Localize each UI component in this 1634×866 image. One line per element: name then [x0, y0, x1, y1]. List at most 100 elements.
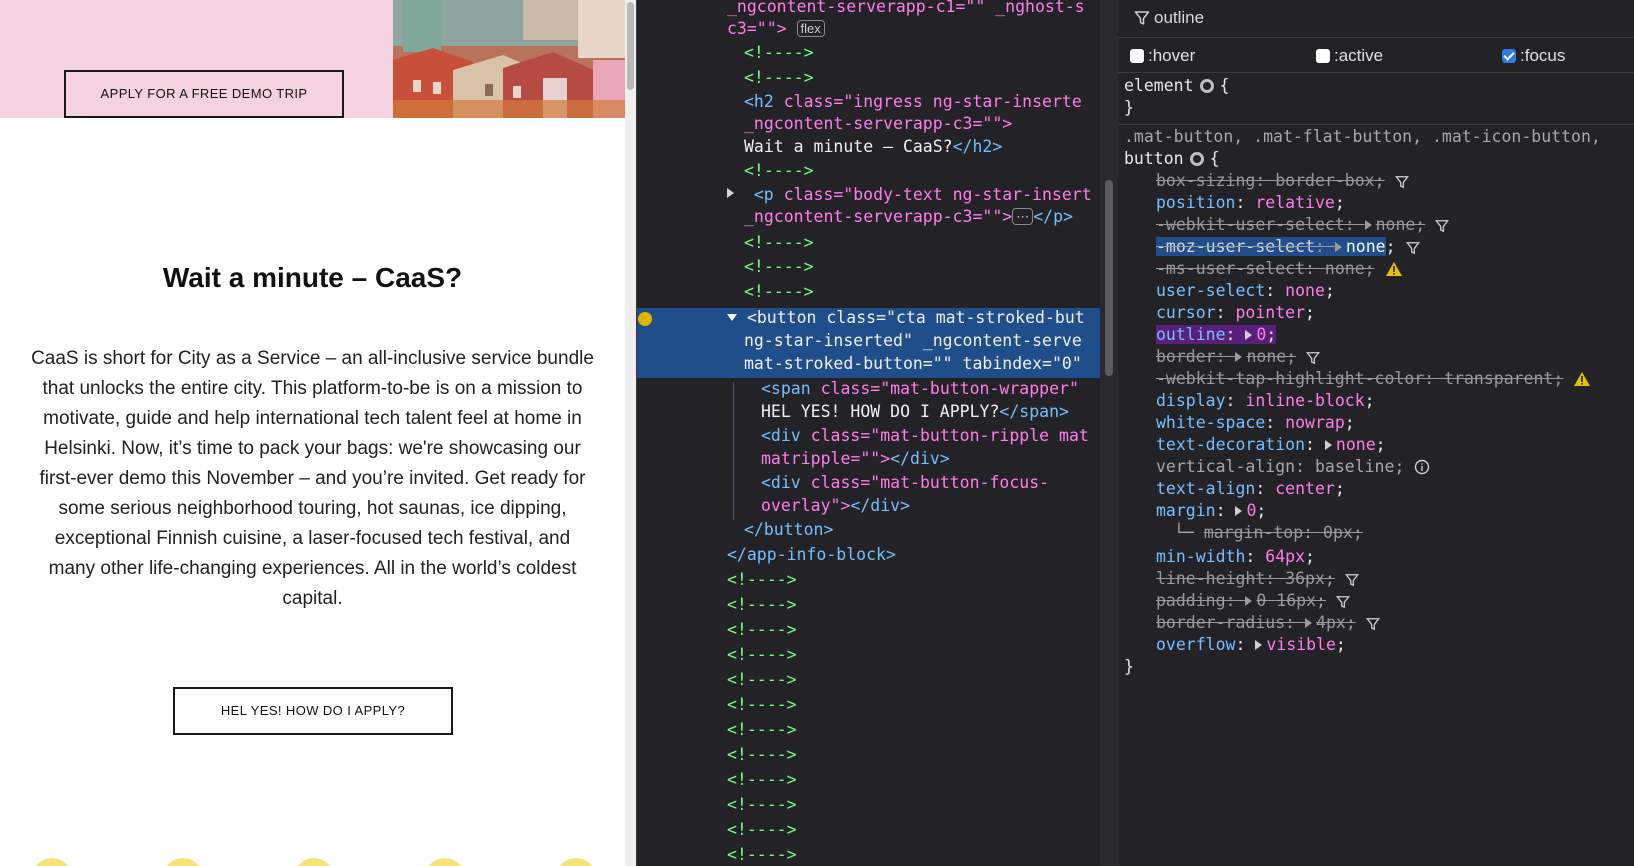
markup-text-node[interactable]: Wait a minute – CaaS?</h2>	[744, 135, 1002, 158]
markup-comment[interactable]: <!---->	[727, 793, 797, 816]
expand-arrow-icon[interactable]	[1235, 352, 1243, 362]
css-declaration[interactable]: border: none;	[1156, 346, 1321, 368]
rule-selector[interactable]: button{	[1124, 148, 1220, 170]
markup-comment[interactable]: <!---->	[744, 159, 814, 182]
css-declaration[interactable]: text-align: center;	[1156, 478, 1345, 500]
markup-line[interactable]: _ngcontent-serverapp-c1="" _nghost-s	[727, 0, 1085, 18]
css-subdeclaration[interactable]: └─ margin-top: 0px;	[1174, 522, 1363, 544]
css-declaration[interactable]: border-radius: 4px;	[1156, 612, 1380, 634]
expand-arrow-icon[interactable]	[1334, 242, 1342, 252]
checkbox[interactable]	[1130, 49, 1144, 63]
markup-h2-node[interactable]: <h2 class="ingress ng-star-inserte	[744, 90, 1082, 113]
css-declaration-highlighted[interactable]: -moz-user-select: none;	[1156, 236, 1420, 258]
apply-button[interactable]: HEL YES! HOW DO I APPLY?	[173, 687, 453, 735]
markup-line[interactable]: matripple=""></div>	[761, 447, 950, 470]
markup-div-node[interactable]: <div class="mat-button-focus-	[761, 471, 1049, 494]
markup-line[interactable]: _ngcontent-serverapp-c3="">	[744, 112, 1012, 135]
page-scrollbar[interactable]	[625, 0, 636, 866]
markup-comment[interactable]: <!---->	[727, 618, 797, 641]
flex-badge[interactable]: flex	[796, 20, 825, 37]
css-declaration[interactable]: text-decoration: none;	[1156, 434, 1386, 456]
markup-text-node[interactable]: HEL YES! HOW DO I APPLY?</span>	[761, 400, 1069, 423]
css-declaration[interactable]: min-width: 64px;	[1156, 546, 1315, 568]
css-declaration[interactable]: line-height: 36px;	[1156, 568, 1359, 590]
markup-comment[interactable]: <!---->	[727, 743, 797, 766]
rule-selector[interactable]: element{	[1124, 75, 1229, 97]
hover-toggle[interactable]: :hover	[1130, 46, 1195, 66]
markup-comment[interactable]: <!---->	[744, 231, 814, 254]
info-icon[interactable]	[1414, 459, 1430, 481]
markup-comment[interactable]: <!---->	[744, 255, 814, 278]
css-declaration[interactable]: user-select: none;	[1156, 280, 1335, 302]
rule-selector[interactable]: .mat-button, .mat-flat-button, .mat-icon…	[1124, 126, 1601, 148]
expand-arrow-icon[interactable]	[1364, 220, 1372, 230]
markup-comment[interactable]: <!---->	[727, 718, 797, 741]
css-declaration[interactable]: display: inline-block;	[1156, 390, 1375, 412]
markup-close-tag[interactable]: </button>	[744, 518, 833, 541]
expand-arrow-icon[interactable]	[1235, 506, 1243, 516]
markup-close-tag[interactable]: </app-info-block>	[727, 543, 896, 566]
markup-comment[interactable]: <!---->	[744, 41, 814, 64]
ellipsis-badge[interactable]: ⋯	[1012, 208, 1034, 225]
warning-icon[interactable]	[1385, 261, 1403, 283]
markup-line[interactable]: overlay"></div>	[761, 494, 910, 517]
markup-p-node[interactable]: <p class="body-text ng-star-insert	[727, 183, 1092, 206]
markup-line[interactable]: ng-star-inserted" _ngcontent-serve	[744, 329, 1082, 352]
expand-arrow-icon[interactable]	[1255, 640, 1263, 650]
css-declaration[interactable]: box-sizing: border-box;	[1156, 170, 1409, 192]
expand-arrow-icon[interactable]	[1305, 618, 1313, 628]
warning-icon[interactable]	[1573, 371, 1591, 393]
markup-line[interactable]: c3=""> flex	[727, 17, 825, 40]
expand-arrow-icon[interactable]	[1245, 596, 1253, 606]
apply-demo-trip-button[interactable]: APPLY FOR A FREE DEMO TRIP	[64, 70, 344, 118]
markup-comment[interactable]: <!---->	[744, 66, 814, 89]
focus-toggle[interactable]: :focus	[1502, 46, 1565, 66]
markup-comment[interactable]: <!---->	[727, 568, 797, 591]
css-declaration[interactable]: overflow: visible;	[1156, 634, 1346, 656]
expand-arrow-icon[interactable]	[727, 188, 734, 198]
markup-button-node[interactable]: <button class="cta mat-stroked-but	[727, 306, 1085, 329]
markup-comment[interactable]: <!---->	[744, 280, 814, 303]
css-declaration[interactable]: -webkit-tap-highlight-color: transparent…	[1156, 368, 1591, 390]
rules-filter-input[interactable]: outline	[1154, 8, 1204, 28]
css-declaration[interactable]: -webkit-user-select: none;	[1156, 214, 1450, 239]
active-toggle[interactable]: :active	[1316, 46, 1383, 66]
event-marker-dot[interactable]	[638, 312, 652, 326]
markup-comment[interactable]: <!---->	[727, 593, 797, 616]
checkbox[interactable]	[1316, 49, 1330, 63]
decorative-circle	[32, 858, 72, 866]
markup-comment[interactable]: <!---->	[727, 643, 797, 666]
markup-comment[interactable]: <!---->	[727, 818, 797, 841]
markup-comment[interactable]: <!---->	[727, 768, 797, 791]
checkbox-checked[interactable]	[1502, 49, 1516, 63]
pseudo-class-toggles: :hover :active :focus	[1118, 39, 1634, 73]
filter-icon[interactable]	[1365, 615, 1380, 637]
highlighter-icon[interactable]	[1199, 79, 1214, 93]
filter-icon[interactable]	[1394, 173, 1409, 195]
expand-arrow-icon[interactable]	[1324, 440, 1332, 450]
markup-line[interactable]: _ngcontent-serverapp-c3=""> ⋯ </p>	[744, 205, 1073, 228]
css-declaration[interactable]: cursor: pointer;	[1156, 302, 1315, 324]
css-declaration-inactive[interactable]: vertical-align: baseline;	[1156, 456, 1430, 478]
collapse-arrow-icon[interactable]	[727, 314, 737, 321]
markup-comment[interactable]: <!---->	[727, 843, 797, 866]
css-declaration[interactable]: padding: 0 16px;	[1156, 590, 1350, 612]
markup-comment[interactable]: <!---->	[727, 668, 797, 691]
css-declaration[interactable]: margin: 0;	[1156, 500, 1266, 522]
filter-icon[interactable]	[1435, 217, 1450, 239]
highlighter-icon[interactable]	[1189, 152, 1204, 166]
markup-scrollbar-thumb[interactable]	[1105, 180, 1113, 376]
markup-comment[interactable]: <!---->	[727, 693, 797, 716]
markup-div-node[interactable]: <div class="mat-button-ripple mat	[761, 424, 1089, 447]
filter-icon[interactable]	[1405, 239, 1420, 261]
page-scrollbar-thumb[interactable]	[627, 2, 634, 90]
css-declaration[interactable]: white-space: nowrap;	[1156, 412, 1355, 434]
css-declaration-match[interactable]: outline: 0;	[1156, 324, 1277, 346]
markup-line[interactable]: mat-stroked-button="" tabindex="0"	[744, 352, 1082, 375]
css-declaration[interactable]: -ms-user-select: none;	[1156, 258, 1403, 280]
rules-filter-bar[interactable]: outline	[1118, 0, 1634, 38]
css-declaration[interactable]: position: relative;	[1156, 192, 1345, 214]
markup-scrollbar[interactable]	[1100, 0, 1118, 866]
markup-span-node[interactable]: <span class="mat-button-wrapper"	[761, 377, 1079, 400]
expand-arrow-icon[interactable]	[1245, 330, 1253, 340]
